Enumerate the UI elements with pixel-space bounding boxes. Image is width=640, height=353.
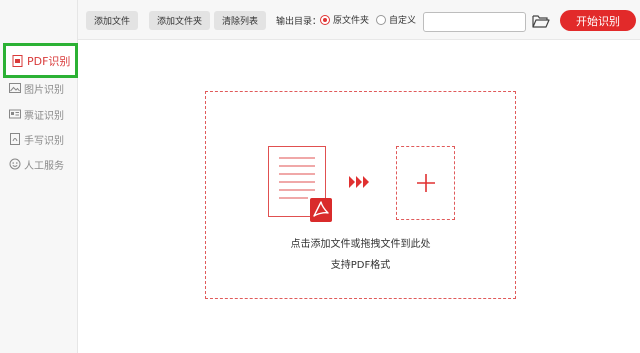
clear-list-button[interactable]: 清除列表 (214, 11, 267, 30)
id-card-icon (9, 108, 21, 120)
add-folder-button[interactable]: 添加文件夹 (149, 11, 211, 30)
sidebar: PDF识别 图片识别 票证识别 手写识别 人工服务 (0, 0, 78, 353)
arrow-right-icon (349, 176, 369, 188)
sidebar-item-ticket[interactable]: 票证识别 (9, 103, 64, 125)
sidebar-item-handwriting[interactable]: 手写识别 (9, 128, 64, 150)
handwriting-icon (9, 133, 21, 145)
sidebar-item-label: 票证识别 (24, 110, 64, 122)
radio-checked-icon (320, 14, 330, 25)
add-file-button[interactable]: 添加文件 (86, 11, 139, 30)
output-path-input[interactable] (423, 12, 526, 32)
radio-original-folder[interactable]: 原文件夹 (320, 13, 369, 26)
start-recognition-button[interactable]: 开始识别 (560, 10, 636, 31)
sidebar-item-label: 图片识别 (24, 84, 64, 96)
supported-format-text: 支持PDF格式 (330, 260, 391, 271)
add-file-box[interactable] (396, 146, 455, 220)
sidebar-item-label: 手写识别 (24, 135, 64, 147)
radio-original-label: 原文件夹 (333, 16, 370, 26)
plus-icon (416, 174, 435, 192)
image-icon (9, 82, 21, 94)
folder-browse-button[interactable] (532, 13, 550, 29)
sidebar-item-manual[interactable]: 人工服务 (9, 153, 64, 175)
sidebar-item-image[interactable]: 图片识别 (9, 77, 64, 99)
output-dir-label: 输出目录： (276, 17, 322, 27)
sidebar-item-label: PDF识别 (27, 54, 71, 68)
radio-custom[interactable]: 自定义 (376, 13, 416, 26)
sidebar-item-label: 人工服务 (24, 160, 64, 172)
sidebar-item-pdf[interactable]: PDF识别 (3, 43, 78, 78)
drop-hint-text: 点击添加文件或拖拽文件到此处 (290, 239, 431, 250)
folder-icon (532, 15, 550, 28)
toolbar: 添加文件 添加文件夹 清除列表 输出目录： 原文件夹 自定义 开始识别 (78, 0, 640, 40)
pdf-file-icon (12, 54, 24, 67)
smiley-icon (9, 158, 21, 170)
pdf-document-icon (268, 146, 332, 222)
radio-custom-label: 自定义 (389, 16, 417, 26)
radio-unchecked-icon (376, 14, 386, 25)
